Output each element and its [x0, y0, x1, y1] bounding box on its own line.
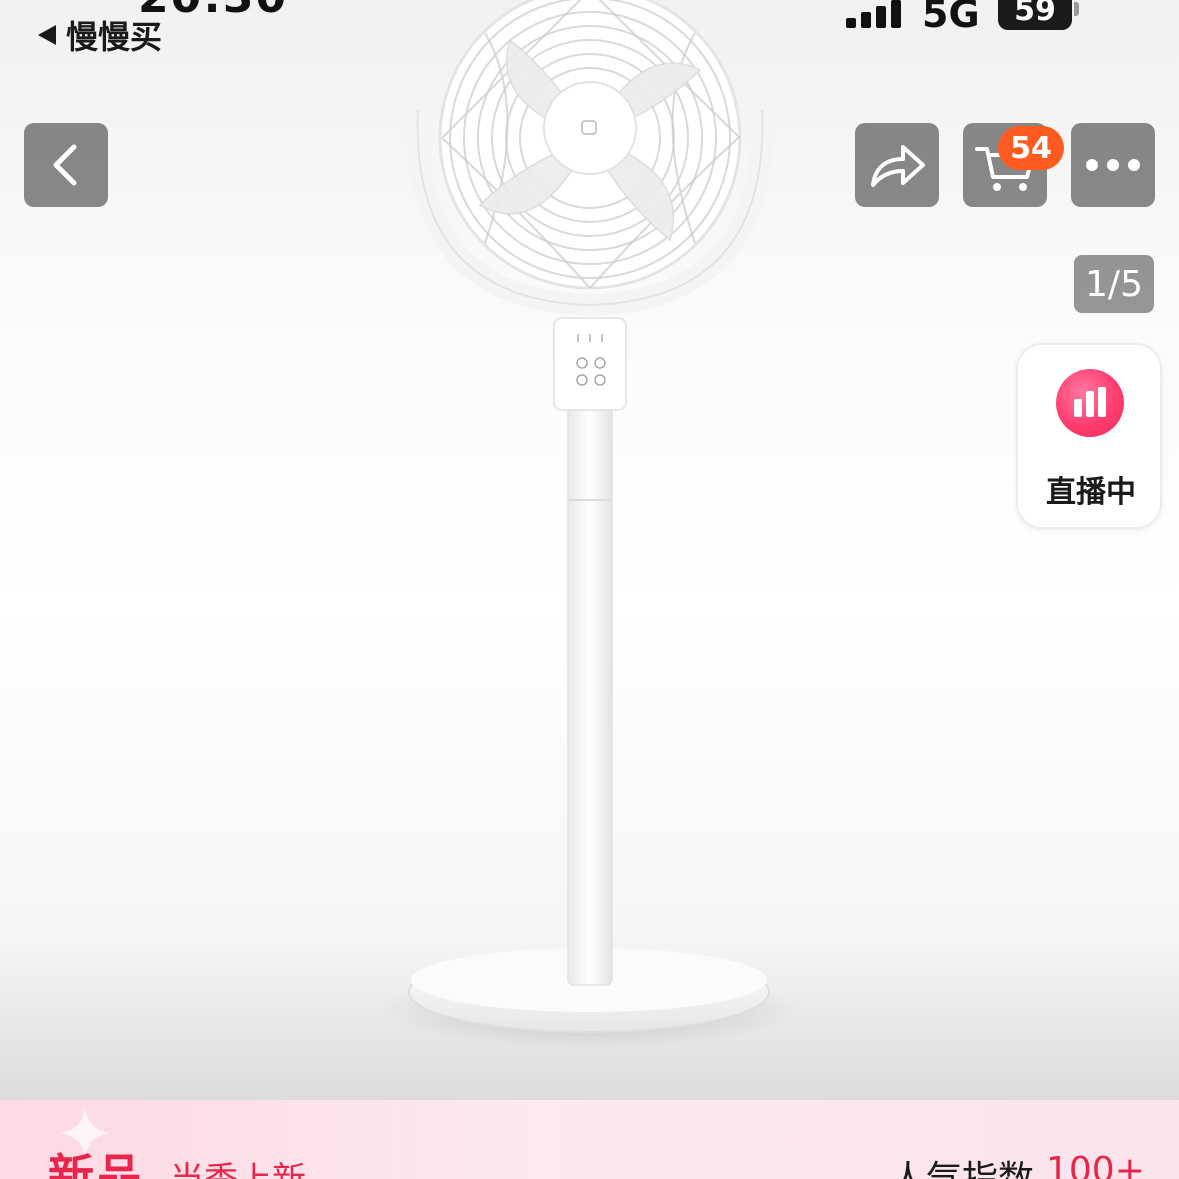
battery-tip: [1074, 2, 1079, 16]
promo-banner[interactable]: 新品 当季上新 人气指数 100+: [0, 1100, 1179, 1179]
share-icon: [871, 145, 925, 187]
signal-icon: [846, 0, 901, 28]
season-subtitle: 当季上新: [170, 1152, 306, 1179]
more-button[interactable]: [1071, 123, 1155, 207]
live-label: 直播中: [1046, 475, 1136, 510]
product-gallery[interactable]: 20:30 慢慢买 5G 59 54: [0, 0, 1179, 1100]
popularity-value: 100+: [1046, 1150, 1145, 1179]
back-triangle-icon: [38, 25, 56, 45]
share-button[interactable]: [855, 123, 939, 207]
network-type: 5G: [922, 0, 980, 36]
battery-icon: 59: [998, 0, 1072, 30]
new-product-tag: 新品: [48, 1149, 144, 1179]
popularity-label: 人气指数: [890, 1150, 1034, 1179]
gallery-page-indicator: 1/5: [1074, 255, 1154, 313]
back-button[interactable]: [24, 123, 108, 207]
cart-count-badge: 54: [998, 126, 1064, 170]
back-app-label: 慢慢买: [66, 18, 163, 56]
chevron-left-icon: [53, 144, 77, 186]
battery-level: 59: [1014, 0, 1056, 28]
back-to-app-link[interactable]: 慢慢买: [38, 12, 162, 58]
more-dots-icon: [1086, 159, 1140, 171]
live-stream-button[interactable]: 直播中: [1016, 343, 1162, 529]
live-bars-icon: [1056, 369, 1124, 437]
